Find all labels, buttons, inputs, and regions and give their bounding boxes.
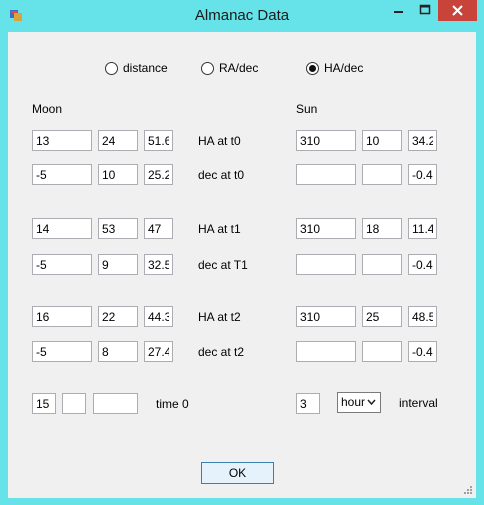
window-frame: Almanac Data distance RA/dec HA/dec Moon… — [0, 0, 484, 505]
moon-dec-t2-sec[interactable] — [144, 341, 173, 362]
resize-grip-icon[interactable] — [463, 485, 473, 495]
dec-t1-label: dec at T1 — [198, 258, 248, 272]
moon-dec-t2-deg[interactable] — [32, 341, 92, 362]
dec-t2-label: dec at t2 — [198, 345, 245, 359]
time0-hour[interactable] — [32, 393, 56, 414]
ha-t0-label: HA at t0 — [198, 134, 241, 148]
sun-ha-t2-sec[interactable] — [408, 306, 437, 327]
sun-ha-t0-min[interactable] — [362, 130, 402, 151]
sun-dec-t2-min[interactable] — [362, 341, 402, 362]
ok-button[interactable]: OK — [201, 462, 274, 484]
sun-ha-t0-deg[interactable] — [296, 130, 356, 151]
time0-minute[interactable] — [62, 393, 86, 414]
sun-dec-t1-min[interactable] — [362, 254, 402, 275]
moon-ha-t0-sec[interactable] — [144, 130, 173, 151]
title-bar[interactable]: Almanac Data — [0, 0, 484, 32]
moon-ha-t2-min[interactable] — [98, 306, 138, 327]
radio-ha-dec-label[interactable]: HA/dec — [324, 61, 363, 75]
interval-unit-value: hour — [341, 395, 366, 409]
interval-unit-select[interactable]: hour — [337, 392, 381, 413]
close-button[interactable] — [438, 0, 477, 21]
moon-dec-t0-sec[interactable] — [144, 164, 173, 185]
moon-dec-t0-min[interactable] — [98, 164, 138, 185]
radio-ha-dec[interactable] — [306, 62, 319, 75]
sun-dec-t1-sec[interactable] — [408, 254, 437, 275]
moon-dec-t0-deg[interactable] — [32, 164, 92, 185]
moon-dec-t1-deg[interactable] — [32, 254, 92, 275]
interval-value[interactable] — [296, 393, 320, 414]
moon-ha-t1-min[interactable] — [98, 218, 138, 239]
moon-ha-t0-deg[interactable] — [32, 130, 92, 151]
sun-ha-t1-deg[interactable] — [296, 218, 356, 239]
sun-dec-t0-deg[interactable] — [296, 164, 356, 185]
moon-ha-t2-deg[interactable] — [32, 306, 92, 327]
sun-ha-t0-sec[interactable] — [408, 130, 437, 151]
dec-t0-label: dec at t0 — [198, 168, 245, 182]
moon-dec-t1-min[interactable] — [98, 254, 138, 275]
sun-ha-t1-min[interactable] — [362, 218, 402, 239]
close-icon — [452, 5, 463, 16]
sun-header: Sun — [296, 102, 318, 116]
interval-label: interval — [399, 396, 438, 410]
ha-t1-label: HA at t1 — [198, 222, 241, 236]
client-area: distance RA/dec HA/dec Moon Sun HA at t0… — [8, 32, 476, 498]
maximize-button[interactable] — [412, 0, 438, 21]
moon-ha-t2-sec[interactable] — [144, 306, 173, 327]
moon-header: Moon — [32, 102, 63, 116]
minimize-button[interactable] — [385, 0, 412, 21]
moon-ha-t1-sec[interactable] — [144, 218, 173, 239]
minimize-icon — [394, 11, 403, 13]
sun-ha-t1-sec[interactable] — [408, 218, 437, 239]
app-icon — [9, 8, 23, 22]
maximize-icon — [419, 4, 431, 15]
sun-dec-t0-sec[interactable] — [408, 164, 437, 185]
ha-t2-label: HA at t2 — [198, 310, 241, 324]
radio-distance[interactable] — [105, 62, 118, 75]
radio-ra-dec[interactable] — [201, 62, 214, 75]
sun-dec-t0-min[interactable] — [362, 164, 402, 185]
time0-label: time 0 — [156, 397, 189, 411]
sun-ha-t2-deg[interactable] — [296, 306, 356, 327]
chevron-down-icon — [367, 399, 376, 406]
radio-selected-dot — [309, 65, 316, 72]
moon-ha-t1-deg[interactable] — [32, 218, 92, 239]
moon-ha-t0-min[interactable] — [98, 130, 138, 151]
sun-ha-t2-min[interactable] — [362, 306, 402, 327]
moon-dec-t2-min[interactable] — [98, 341, 138, 362]
sun-dec-t1-deg[interactable] — [296, 254, 356, 275]
sun-dec-t2-deg[interactable] — [296, 341, 356, 362]
radio-distance-label[interactable]: distance — [123, 61, 168, 75]
moon-dec-t1-sec[interactable] — [144, 254, 173, 275]
sun-dec-t2-sec[interactable] — [408, 341, 437, 362]
time0-second[interactable] — [93, 393, 138, 414]
radio-ra-dec-label[interactable]: RA/dec — [219, 61, 258, 75]
